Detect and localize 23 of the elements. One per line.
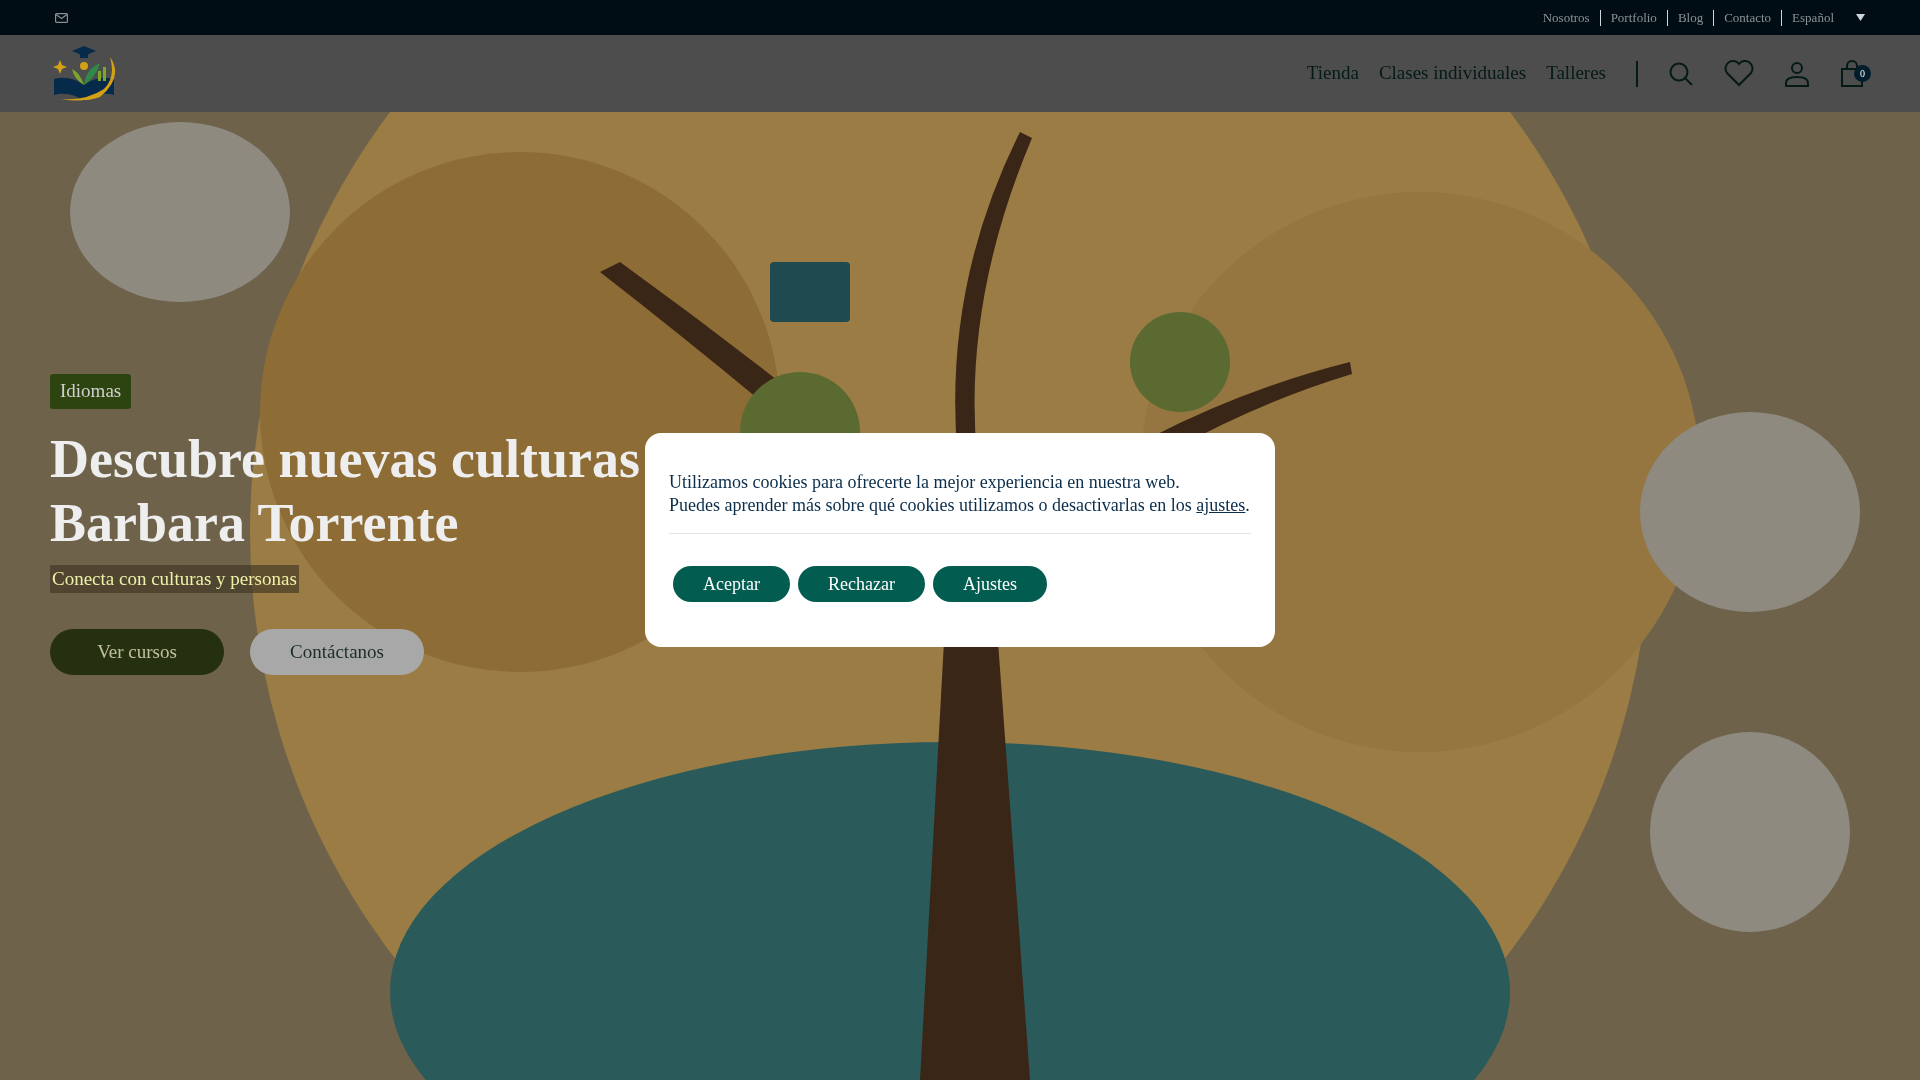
- courses-button[interactable]: Ver cursos: [50, 629, 224, 675]
- hero-subtitle: Conecta con culturas y personas: [50, 564, 299, 593]
- shopping-bag-icon[interactable]: [1840, 59, 1864, 88]
- hero-heading: Barbara Torrente: [50, 491, 459, 555]
- top-bar-link[interactable]: Contacto: [1714, 9, 1783, 26]
- cookie-message: Utilizamos cookies para ofrecerte la mejor experiencia en nuestra web. Puedes aprender más sobre qué cookies utilizamos o desactivarlas en los ajustes.: [669, 471, 1251, 517]
- settings-button[interactable]: Ajustes: [932, 566, 1047, 602]
- top-bar-link[interactable]: Portfolio: [1600, 9, 1668, 26]
- settings-link[interactable]: ajustes: [1196, 495, 1246, 515]
- contact-button[interactable]: Contáctanos: [250, 629, 424, 675]
- category-tag: Idiomas: [50, 374, 132, 409]
- top-bar-link[interactable]: Nosotros: [1532, 9, 1601, 26]
- cart-count-badge: 0: [1854, 64, 1871, 82]
- top-bar-link[interactable]: Blog: [1667, 9, 1715, 26]
- accept-button[interactable]: Aceptar: [673, 566, 790, 602]
- heart-icon[interactable]: [1724, 60, 1754, 87]
- hero-heading: Descubre nuevas culturas: [50, 427, 641, 491]
- reject-button[interactable]: Rechazar: [797, 566, 925, 602]
- caret-icon[interactable]: [1856, 14, 1865, 21]
- language-selector[interactable]: Español: [1792, 7, 1834, 28]
- mail-icon[interactable]: [55, 12, 68, 23]
- user-icon[interactable]: [1784, 60, 1810, 87]
- search-icon[interactable]: [1668, 60, 1694, 87]
